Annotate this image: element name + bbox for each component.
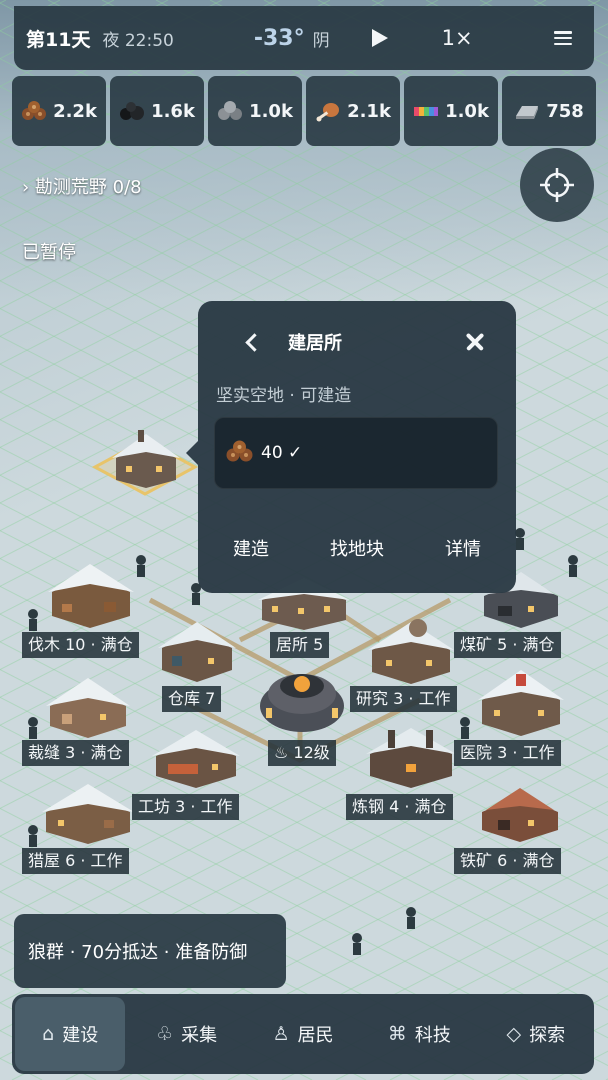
steel-ingot-icon <box>514 100 540 122</box>
label-iron-mine[interactable]: 铁矿 6 · 满仓 <box>454 848 561 874</box>
wood-icon <box>225 439 255 468</box>
paused-indicator: 已暂停 <box>22 242 76 263</box>
details-button[interactable]: 详情 <box>410 535 516 561</box>
tab-citizens[interactable]: ♙ 居民 <box>248 997 358 1071</box>
resource-meat-value: 2.1k <box>347 100 391 122</box>
tab-tech[interactable]: ⌘ 科技 <box>364 997 474 1071</box>
wood-icon <box>21 100 47 122</box>
meat-icon <box>315 100 341 122</box>
resource-coal-value: 1.6k <box>151 100 195 122</box>
clover-icon: ♧ <box>156 1023 174 1045</box>
close-icon[interactable] <box>464 331 486 353</box>
temperature: -33° <box>253 25 305 51</box>
label-tailor[interactable]: 裁缝 3 · 满仓 <box>22 740 129 766</box>
resource-steel[interactable]: 758 <box>502 76 596 146</box>
build-popup: 建居所 坚实空地 · 可建造 40 ✓ 建造 找地块 详情 <box>186 301 516 593</box>
menu-icon[interactable] <box>554 31 572 45</box>
tab-gather[interactable]: ♧ 采集 <box>131 997 241 1071</box>
play-icon[interactable] <box>368 27 390 49</box>
tab-explore[interactable]: ◇ 探索 <box>481 997 591 1071</box>
resource-bar: 2.2k 1.6k 1.0k 2.1k 1.0k 758 <box>12 76 596 146</box>
weather: 阴 <box>312 30 330 51</box>
quest-tracker[interactable]: › 勘测荒野 0/8 <box>22 173 142 199</box>
person-icon: ♙ <box>272 1023 290 1045</box>
label-shelter[interactable]: 居所 5 <box>270 632 330 658</box>
label-hunters-hut[interactable]: 猎屋 6 · 工作 <box>22 848 129 874</box>
bottom-nav: ⌂ 建设 ♧ 采集 ♙ 居民 ⌘ 科技 ◇ 探索 <box>12 994 594 1074</box>
status-bar: 第11天 夜 22:50 -33° 阴 1× <box>14 6 594 70</box>
tab-label: 采集 <box>181 1025 218 1046</box>
resource-fabric[interactable]: 1.0k <box>404 76 498 146</box>
tab-label: 科技 <box>414 1025 451 1046</box>
resource-wood[interactable]: 2.2k <box>12 76 106 146</box>
build-button[interactable]: 建造 <box>198 535 304 561</box>
find-plot-button[interactable]: 找地块 <box>304 535 410 561</box>
tab-label: 探索 <box>529 1025 566 1046</box>
cost-value: 40 ✓ <box>261 443 303 463</box>
resource-coal[interactable]: 1.6k <box>110 76 204 146</box>
label-warehouse[interactable]: 仓库 7 <box>162 686 222 712</box>
locate-button[interactable] <box>520 148 594 222</box>
home-icon: ⌂ <box>42 1023 55 1045</box>
clock: 夜 22:50 <box>102 30 174 51</box>
label-workshop[interactable]: 工坊 3 · 工作 <box>132 794 239 820</box>
resource-fabric-value: 1.0k <box>445 100 489 122</box>
build-cost: 40 ✓ <box>214 417 498 489</box>
resource-stone-value: 1.0k <box>249 100 293 122</box>
crosshair-icon <box>540 168 574 202</box>
label-steelworks[interactable]: 炼钢 4 · 满仓 <box>346 794 453 820</box>
command-icon: ⌘ <box>387 1023 407 1045</box>
coal-icon <box>119 100 145 122</box>
label-generator[interactable]: ♨ 12级 <box>268 740 336 766</box>
resource-stone[interactable]: 1.0k <box>208 76 302 146</box>
stone-icon <box>217 100 243 122</box>
fabric-icon <box>413 100 439 122</box>
diamond-icon: ◇ <box>506 1023 522 1045</box>
tab-build[interactable]: ⌂ 建设 <box>15 997 126 1071</box>
popup-title: 建居所 <box>288 333 342 354</box>
back-chevron-icon[interactable] <box>242 329 262 355</box>
tab-label: 建设 <box>62 1025 99 1046</box>
wolf-alert[interactable]: 狼群 · 70分抵达 · 准备防御 <box>14 914 286 988</box>
resource-steel-value: 758 <box>546 100 584 122</box>
speed-button[interactable]: 1× <box>442 26 473 50</box>
day-counter: 第11天 <box>26 28 91 51</box>
label-lumber-mill[interactable]: 伐木 10 · 满仓 <box>22 632 139 658</box>
label-coal-mine[interactable]: 煤矿 5 · 满仓 <box>454 632 561 658</box>
label-research[interactable]: 研究 3 · 工作 <box>350 686 457 712</box>
resource-meat[interactable]: 2.1k <box>306 76 400 146</box>
resource-wood-value: 2.2k <box>53 100 97 122</box>
label-hospital[interactable]: 医院 3 · 工作 <box>454 740 561 766</box>
plot-status: 坚实空地 · 可建造 <box>216 386 352 406</box>
tab-label: 居民 <box>297 1025 334 1046</box>
